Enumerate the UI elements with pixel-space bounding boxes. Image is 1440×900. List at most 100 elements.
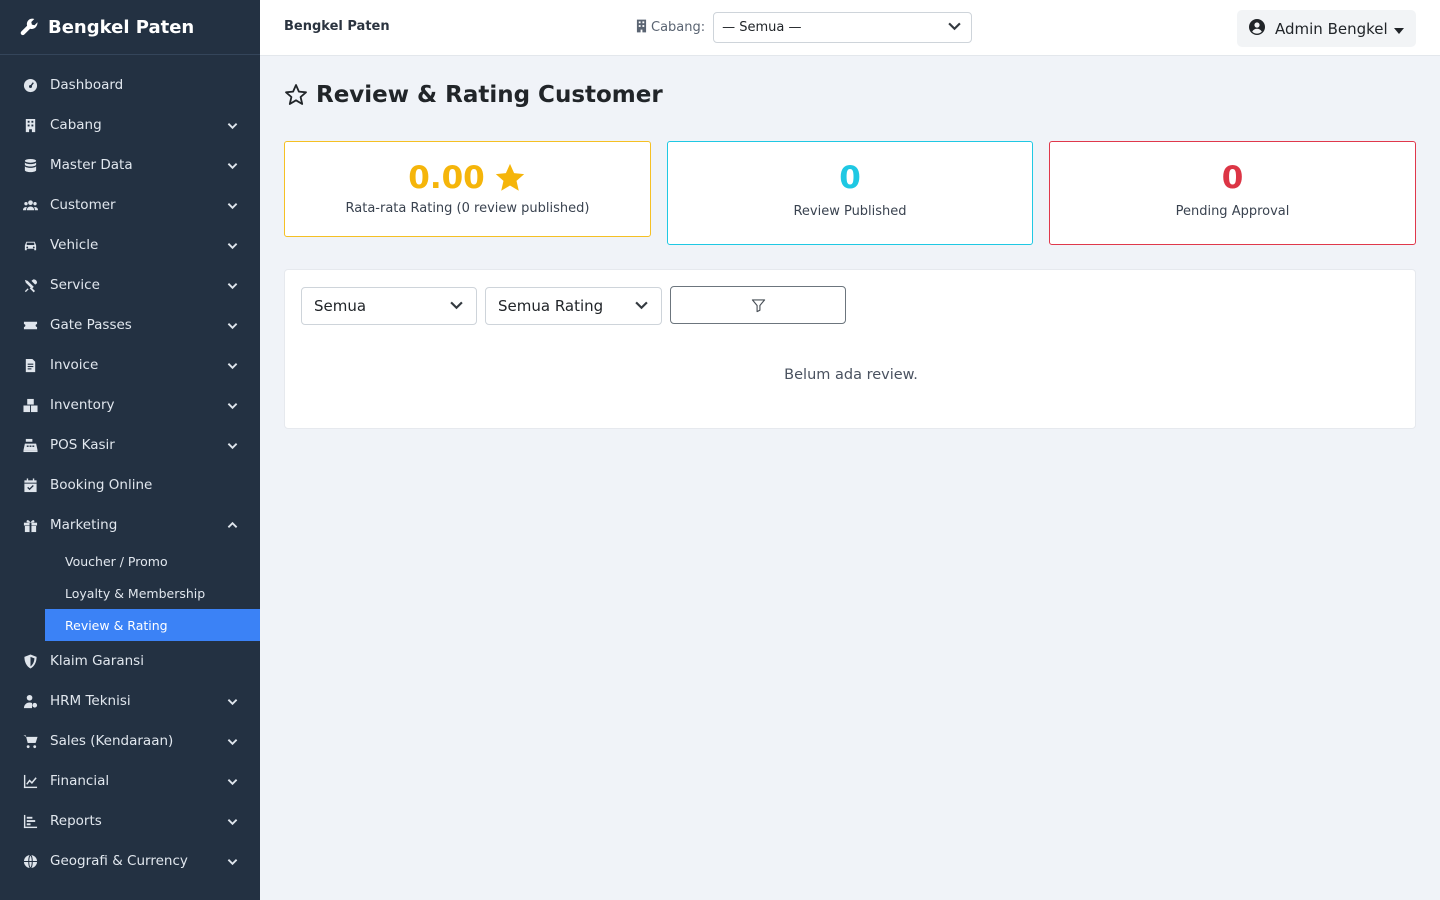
rating-filter-value: Semua Rating [498, 297, 604, 315]
cash-register-icon [22, 437, 38, 453]
cabang-label: Cabang: [651, 20, 706, 35]
chevron-down-icon [226, 775, 238, 787]
user-gear-icon [22, 693, 38, 709]
status-filter-select[interactable]: Semua [301, 287, 477, 325]
filter-button[interactable] [670, 286, 846, 324]
page-title: Review & Rating Customer [284, 82, 663, 108]
cart-icon [22, 733, 38, 749]
filter-icon [751, 298, 765, 312]
sidebar-item-marketing[interactable]: Marketing [0, 505, 260, 545]
building-icon [636, 18, 647, 37]
sidebar-item-gate-passes[interactable]: Gate Passes [0, 305, 260, 345]
sidebar-item-label: Dashboard [50, 77, 124, 93]
sidebar-item-financial[interactable]: Financial [0, 761, 260, 801]
sidebar-subitem-voucher-promo[interactable]: Voucher / Promo [0, 545, 260, 577]
chevron-down-icon [635, 297, 648, 315]
chevron-down-icon [226, 359, 238, 371]
chevron-down-icon [226, 439, 238, 451]
sidebar-item-label: Inventory [50, 397, 115, 413]
sidebar-item-label: POS Kasir [50, 437, 115, 453]
building-icon [22, 117, 38, 133]
sidebar-item-label: Marketing [50, 517, 118, 533]
database-icon [22, 157, 38, 173]
user-name: Admin Bengkel [1275, 19, 1388, 38]
reports-icon [22, 813, 38, 829]
sidebar-item-customer[interactable]: Customer [0, 185, 260, 225]
review-panel: Semua Semua Rating Belum ada review. [284, 269, 1416, 429]
sidebar-item-invoice[interactable]: Invoice [0, 345, 260, 385]
cabang-select[interactable]: — Semua — [713, 12, 973, 43]
star-outline-icon [285, 84, 307, 105]
star-filled-icon [495, 163, 524, 191]
sidebar-item-service[interactable]: Service [0, 265, 260, 305]
sidebar-item-booking-online[interactable]: Booking Online [0, 465, 260, 505]
chevron-down-icon [226, 815, 238, 827]
users-icon [22, 197, 38, 213]
gift-icon [22, 517, 38, 533]
avg-rating-value: 0.00 [408, 160, 485, 196]
chevron-down-icon [226, 735, 238, 747]
chevron-down-icon [226, 855, 238, 867]
sidebar-item-reports[interactable]: Reports [0, 801, 260, 841]
chevron-down-icon [226, 239, 238, 251]
sidebar-item-vehicle[interactable]: Vehicle [0, 225, 260, 265]
chevron-down-icon [948, 19, 961, 36]
sidebar-item-label: Reports [50, 813, 102, 829]
chevron-down-icon [226, 279, 238, 291]
caret-down-icon [1394, 20, 1404, 38]
wrench-icon [20, 17, 40, 37]
user-menu-button[interactable]: Admin Bengkel [1237, 10, 1416, 47]
chevron-down-icon [226, 159, 238, 171]
sidebar-item-label: Service [50, 277, 100, 293]
sidebar-item-label: Sales (Kendaraan) [50, 733, 174, 749]
sidebar-item-label: Invoice [50, 357, 99, 373]
brand[interactable]: Bengkel Paten [0, 0, 260, 55]
pending-label: Pending Approval [1175, 204, 1290, 219]
sidebar-item-label: Master Data [50, 157, 133, 173]
sidebar-item-pos-kasir[interactable]: POS Kasir [0, 425, 260, 465]
cabang-filter: Cabang: — Semua — [636, 12, 973, 43]
sidebar-item-master-data[interactable]: Master Data [0, 145, 260, 185]
sidebar: Bengkel Paten Dashboard Cabang Master Data… [0, 0, 260, 900]
sidebar-item-dashboard[interactable]: Dashboard [0, 65, 260, 105]
pending-card: 0 Pending Approval [1049, 141, 1416, 245]
chevron-up-icon [226, 519, 238, 531]
car-icon [22, 237, 38, 253]
avg-rating-card: 0.00 Rata-rata Rating (0 review publishe… [284, 141, 651, 237]
published-card: 0 Review Published [667, 141, 1033, 245]
sidebar-item-hrm-teknisi[interactable]: HRM Teknisi [0, 681, 260, 721]
sidebar-item-label: HRM Teknisi [50, 693, 131, 709]
chevron-down-icon [226, 319, 238, 331]
chart-line-icon [22, 773, 38, 789]
topbar-title: Bengkel Paten [284, 19, 390, 34]
sidebar-item-sales-kendaraan[interactable]: Sales (Kendaraan) [0, 721, 260, 761]
sidebar-item-label: Cabang [50, 117, 102, 133]
shield-icon [22, 653, 38, 669]
tools-icon [22, 277, 38, 293]
chevron-down-icon [226, 119, 238, 131]
sidebar-item-cabang[interactable]: Cabang [0, 105, 260, 145]
rating-filter-select[interactable]: Semua Rating [485, 287, 662, 325]
sidebar-item-inventory[interactable]: Inventory [0, 385, 260, 425]
avg-rating-label: Rata-rata Rating (0 review published) [345, 201, 590, 216]
invoice-icon [22, 357, 38, 373]
calendar-icon [22, 477, 38, 493]
cabang-select-value: — Semua — [722, 20, 802, 35]
sidebar-subitem-review-rating[interactable]: Review & Rating [45, 609, 260, 641]
sidebar-subitem-loyalty-membership[interactable]: Loyalty & Membership [0, 577, 260, 609]
page-title-text: Review & Rating Customer [316, 82, 663, 108]
sidebar-item-klaim-garansi[interactable]: Klaim Garansi [0, 641, 260, 681]
chevron-down-icon [226, 199, 238, 211]
published-label: Review Published [793, 204, 907, 219]
topbar: Bengkel Paten Cabang: — Semua — Admin Be… [260, 0, 1440, 56]
sidebar-item-label: Financial [50, 773, 110, 789]
published-count: 0 [839, 160, 861, 196]
sidebar-item-geografi-currency[interactable]: Geografi & Currency [0, 841, 260, 881]
user-circle-icon [1249, 18, 1265, 39]
empty-state-text: Belum ada review. [784, 367, 918, 383]
sidebar-item-label: Geografi & Currency [50, 853, 188, 869]
sidebar-item-label: Vehicle [50, 237, 99, 253]
status-filter-value: Semua [314, 297, 367, 315]
sidebar-item-label: Gate Passes [50, 317, 132, 333]
globe-icon [22, 853, 38, 869]
